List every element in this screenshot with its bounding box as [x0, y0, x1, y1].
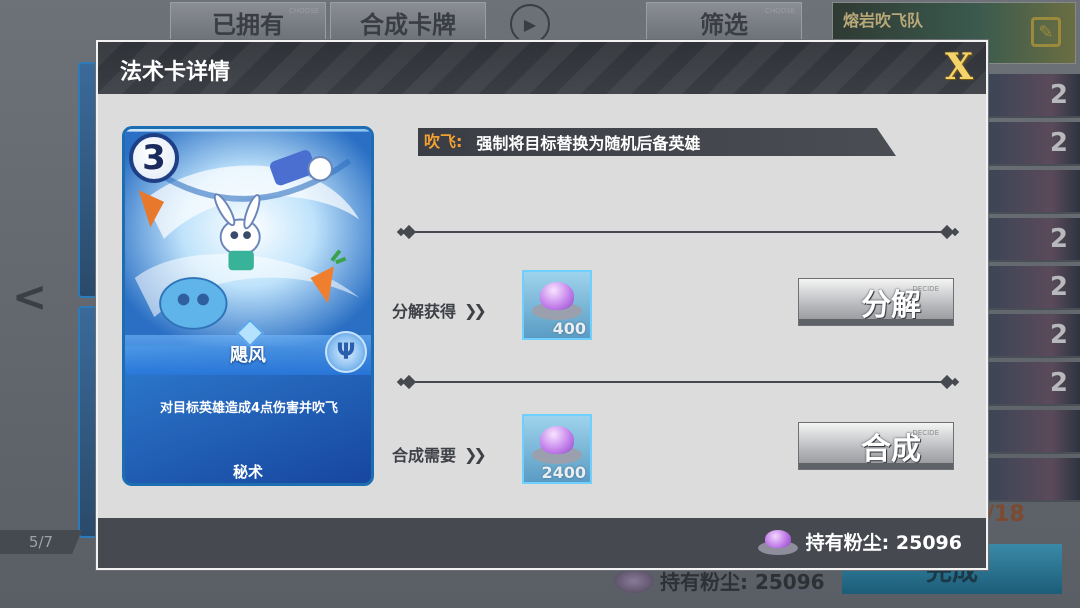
disenchant-button[interactable]: 分解 DECIDE: [798, 278, 954, 326]
spell-card-detail-dialog: 法术卡详情 X 3 飓风 Ψ 对目标英雄造成4点伤害并吹飞 秘术 吹飞: 强制将…: [96, 40, 988, 570]
deck-slot-count: 2: [1049, 128, 1068, 158]
tab-craft[interactable]: 合成卡牌: [330, 2, 486, 42]
craft-amount: 2400: [541, 463, 586, 482]
tab-owned-label: 已拥有: [212, 10, 284, 39]
filter-tag: CHOOSE: [764, 7, 795, 15]
dust-counter-label: 持有粉尘: 25096: [805, 532, 962, 554]
card-rarity: 秘术: [232, 463, 263, 481]
card-description: 对目标英雄造成4点伤害并吹飞: [159, 401, 339, 416]
tab-craft-label: 合成卡牌: [360, 10, 456, 39]
deck-slot[interactable]: 2: [986, 362, 1080, 406]
filter-button[interactable]: 筛选 CHOOSE: [646, 2, 802, 42]
deck-slot[interactable]: [986, 458, 1080, 502]
prev-page-arrow-icon[interactable]: <: [12, 272, 62, 322]
craft-button-tag: DECIDE: [912, 429, 939, 437]
trident-icon: Ψ: [325, 331, 367, 373]
deck-slot[interactable]: [986, 410, 1080, 454]
mana-cost: 3: [129, 133, 179, 183]
dust-counter: 持有粉尘: 25096: [757, 528, 962, 555]
double-chevron-icon: ❯❯: [464, 444, 487, 464]
dust-icon: [757, 529, 798, 555]
disenchant-amount: 400: [552, 319, 586, 338]
tab-owned-tag: CHOOSE: [288, 7, 319, 15]
deck-slot[interactable]: 2: [986, 266, 1080, 310]
disenchant-label-group: 分解获得 ❯❯: [392, 298, 487, 322]
dialog-title: 法术卡详情: [120, 60, 231, 85]
deck-slot[interactable]: 2: [986, 122, 1080, 166]
deck-slot[interactable]: 2: [986, 314, 1080, 358]
deck-progress: /18: [986, 502, 1025, 527]
deck-slot-count: 2: [1049, 80, 1068, 110]
dust-icon: [532, 426, 582, 466]
background-dust-label: 持有粉尘: 25096: [660, 570, 825, 594]
close-button[interactable]: X: [942, 46, 976, 88]
tab-owned[interactable]: 已拥有 CHOOSE: [170, 2, 326, 42]
craft-label: 合成需要: [392, 446, 457, 465]
disenchant-label: 分解获得: [392, 302, 457, 321]
header-decoration: [98, 42, 986, 94]
keyword-description: 强制将目标替换为随机后备英雄: [476, 134, 701, 153]
deck-slot[interactable]: [986, 170, 1080, 214]
deck-slot-count: 2: [1049, 224, 1068, 254]
dialog-footer: 持有粉尘: 25096: [98, 518, 986, 568]
craft-label-group: 合成需要 ❯❯: [392, 442, 487, 466]
deck-slot-count: 2: [1049, 368, 1068, 398]
collection-card[interactable]: [78, 62, 98, 298]
dust-icon: [614, 568, 654, 593]
deck-slot-count: 2: [1049, 272, 1068, 302]
keyword-name: 吹飞:: [420, 130, 467, 154]
spell-card: 3 飓风 Ψ 对目标英雄造成4点伤害并吹飞 秘术: [122, 126, 374, 486]
collection-card[interactable]: [78, 306, 98, 538]
divider: [396, 374, 960, 390]
dialog-header: 法术卡详情 X: [98, 42, 986, 94]
craft-cost: 2400: [522, 414, 592, 484]
deck-slot[interactable]: 2: [986, 218, 1080, 262]
edit-icon[interactable]: ✎: [1031, 17, 1061, 47]
disenchant-reward: 400: [522, 270, 592, 340]
dust-icon: [532, 282, 582, 322]
keyword-banner: 吹飞: 强制将目标替换为随机后备英雄: [418, 128, 896, 156]
background-dust-counter: 持有粉尘: 25096: [614, 566, 825, 595]
deck-slot[interactable]: 2: [986, 74, 1080, 118]
divider: [396, 224, 960, 240]
disenchant-button-tag: DECIDE: [912, 285, 939, 293]
team-name: 熔岩吹飞队: [843, 11, 924, 30]
page-indicator: 5/7: [0, 530, 82, 554]
craft-button[interactable]: 合成 DECIDE: [798, 422, 954, 470]
play-icon[interactable]: ▶: [510, 4, 550, 44]
double-chevron-icon: ❯❯: [464, 300, 487, 320]
deck-slot-count: 2: [1049, 320, 1068, 350]
filter-label: 筛选: [700, 10, 748, 39]
